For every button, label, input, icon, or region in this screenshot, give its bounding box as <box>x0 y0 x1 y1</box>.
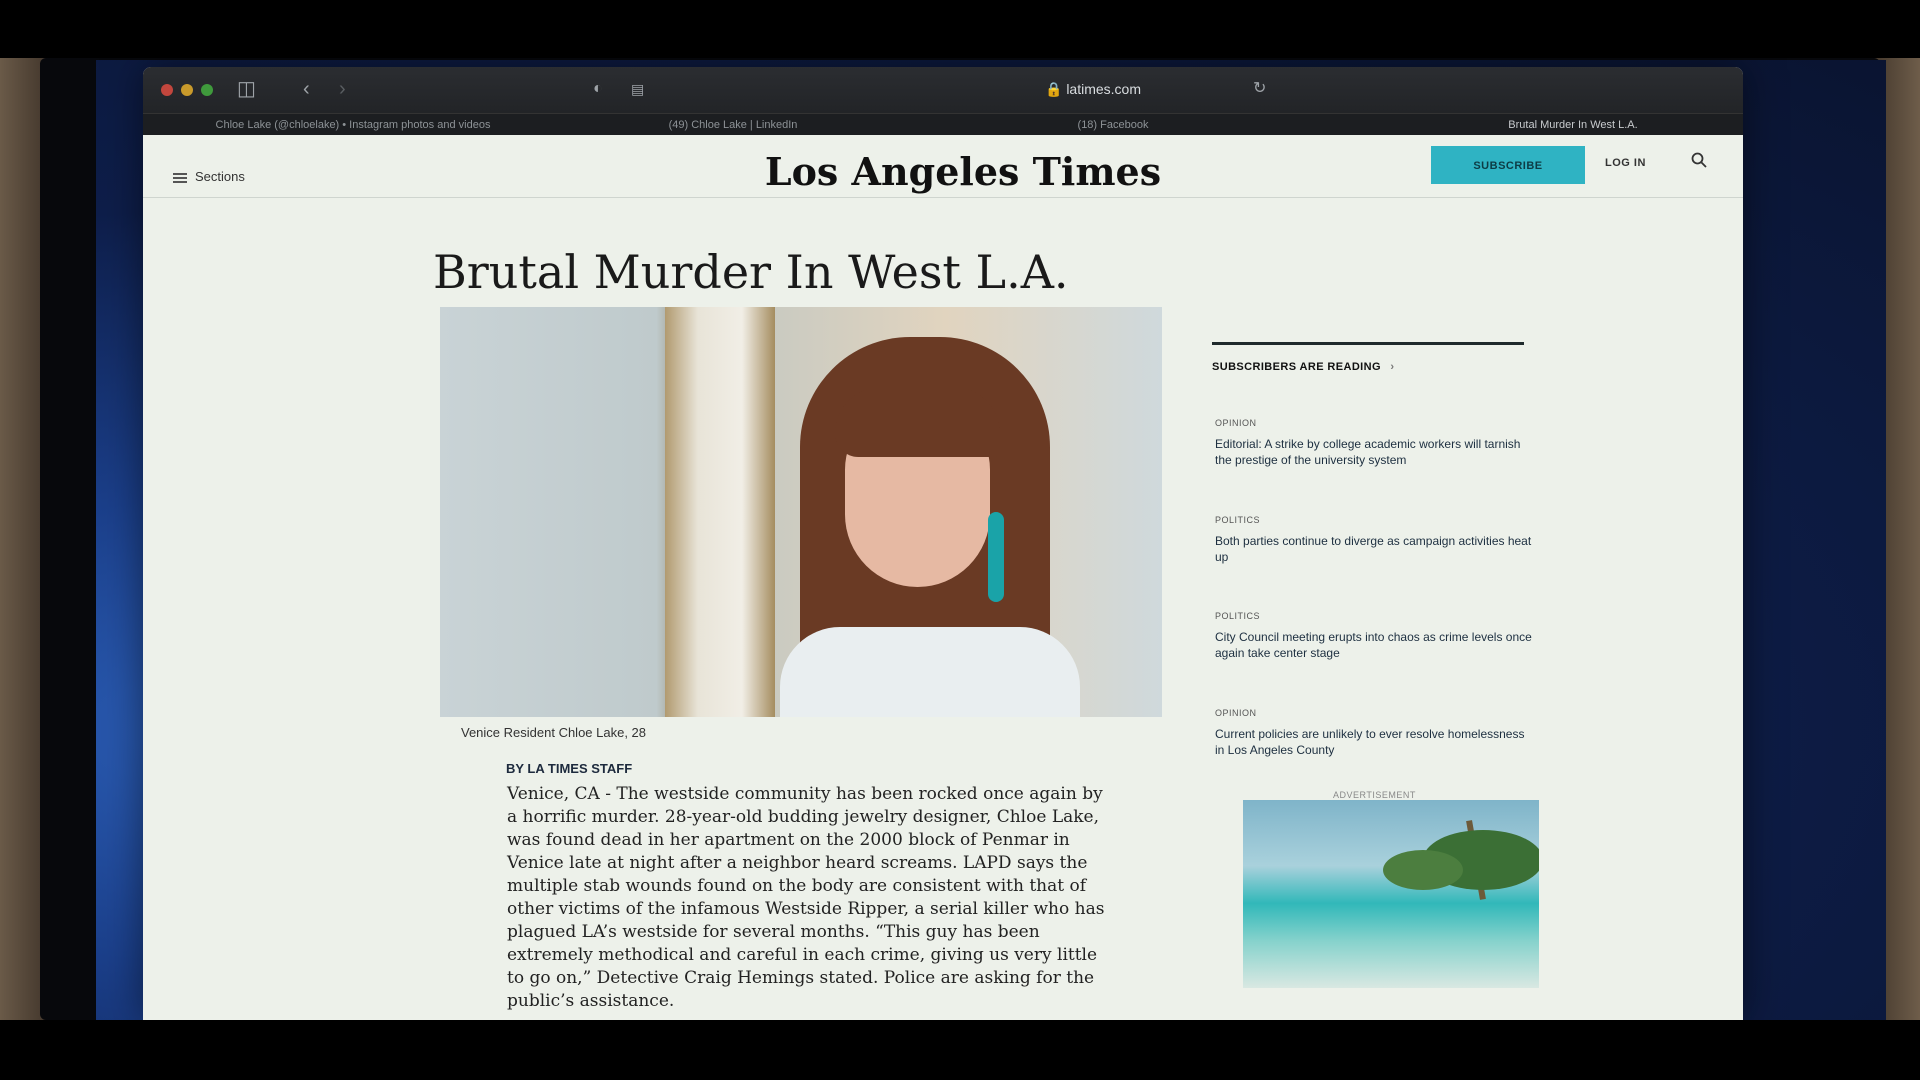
sidebar-toggle-icon[interactable]: ◫ <box>237 77 256 101</box>
sidebar-item-3[interactable]: POLITICS City Council meeting erupts int… <box>1215 611 1533 661</box>
tab-instagram[interactable]: Chloe Lake (@chloelake) • Instagram phot… <box>163 114 543 136</box>
latimes-page: Sections Los Angeles Times SUBSCRIBE LOG… <box>143 135 1743 1020</box>
subscribers-reading-label: SUBSCRIBERS ARE READING <box>1212 361 1381 373</box>
sidebar-item-category: OPINION <box>1215 708 1257 718</box>
login-link[interactable]: LOG IN <box>1605 157 1646 169</box>
subscribe-button[interactable]: SUBSCRIBE <box>1431 146 1585 184</box>
photo-shirt <box>780 627 1080 717</box>
search-icon[interactable] <box>1691 152 1707 168</box>
article-photo <box>440 307 1162 717</box>
sidebar-item-link[interactable]: City Council meeting erupts into chaos a… <box>1215 629 1533 661</box>
masthead-divider <box>143 197 1743 198</box>
minimize-window-button[interactable] <box>181 84 193 96</box>
tab-linkedin[interactable]: (49) Chloe Lake | LinkedIn <box>543 114 923 136</box>
letterbox-top <box>0 0 1920 58</box>
advertisement-label: ADVERTISEMENT <box>1333 790 1416 800</box>
reload-icon[interactable]: ↻ <box>1253 77 1266 101</box>
sidebar-item-category: POLITICS <box>1215 515 1261 525</box>
photo-bangs <box>835 387 1000 457</box>
lock-icon: 🔒 <box>1044 81 1067 97</box>
photo-earring <box>988 512 1004 602</box>
hamburger-icon <box>173 171 187 185</box>
sidebar-item-link[interactable]: Both parties continue to diverge as camp… <box>1215 533 1533 565</box>
photo-caption: Venice Resident Chloe Lake, 28 <box>461 725 647 740</box>
chevron-right-icon: › <box>1390 361 1395 373</box>
reader-icon[interactable]: ▤ <box>631 77 644 101</box>
zoom-window-button[interactable] <box>201 84 213 96</box>
advertisement-image[interactable] <box>1243 800 1539 988</box>
address-bar[interactable]: 🔒 latimes.com <box>883 75 1303 103</box>
article-headline: Brutal Murder In West L.A. <box>433 245 1069 299</box>
close-window-button[interactable] <box>161 84 173 96</box>
back-arrow-icon[interactable]: ‹ <box>303 77 310 101</box>
sidebar-item-1[interactable]: OPINION Editorial: A strike by college a… <box>1215 418 1533 468</box>
sidebar-item-category: POLITICS <box>1215 611 1261 621</box>
sidebar-divider <box>1212 342 1524 345</box>
forward-arrow-icon[interactable]: › <box>339 77 346 101</box>
tab-bar: Chloe Lake (@chloelake) • Instagram phot… <box>143 113 1743 136</box>
sidebar-item-4[interactable]: OPINION Current policies are unlikely to… <box>1215 708 1533 758</box>
browser-toolbar: ◫ ‹ › ◐ ▤ 🔒 latimes.com ↻ <box>143 67 1743 113</box>
article-byline: BY LA TIMES STAFF <box>506 761 633 776</box>
sidebar-item-2[interactable]: POLITICS Both parties continue to diverg… <box>1215 515 1533 565</box>
privacy-shield-icon[interactable]: ◐ <box>593 77 603 101</box>
subscribers-reading-title[interactable]: SUBSCRIBERS ARE READING › <box>1212 361 1394 373</box>
photo-door <box>665 307 775 717</box>
browser-window: ◫ ‹ › ◐ ▤ 🔒 latimes.com ↻ Chloe Lake (@c… <box>143 67 1743 1020</box>
sections-label: Sections <box>195 169 245 184</box>
tab-facebook[interactable]: (18) Facebook <box>923 114 1303 136</box>
article-body: Venice, CA - The westside community has … <box>507 784 1105 1011</box>
letterbox-bottom <box>0 1020 1920 1080</box>
address-text: latimes.com <box>1066 81 1141 97</box>
sidebar-item-category: OPINION <box>1215 418 1257 428</box>
sections-menu[interactable]: Sections <box>173 169 245 185</box>
ad-palm-foliage-small <box>1383 850 1463 890</box>
tab-article-active[interactable]: Brutal Murder In West L.A. <box>1443 114 1703 136</box>
sidebar-item-link[interactable]: Editorial: A strike by college academic … <box>1215 436 1533 468</box>
sidebar-item-link[interactable]: Current policies are unlikely to ever re… <box>1215 726 1533 758</box>
latimes-logo[interactable]: Los Angeles Times <box>763 149 1163 194</box>
